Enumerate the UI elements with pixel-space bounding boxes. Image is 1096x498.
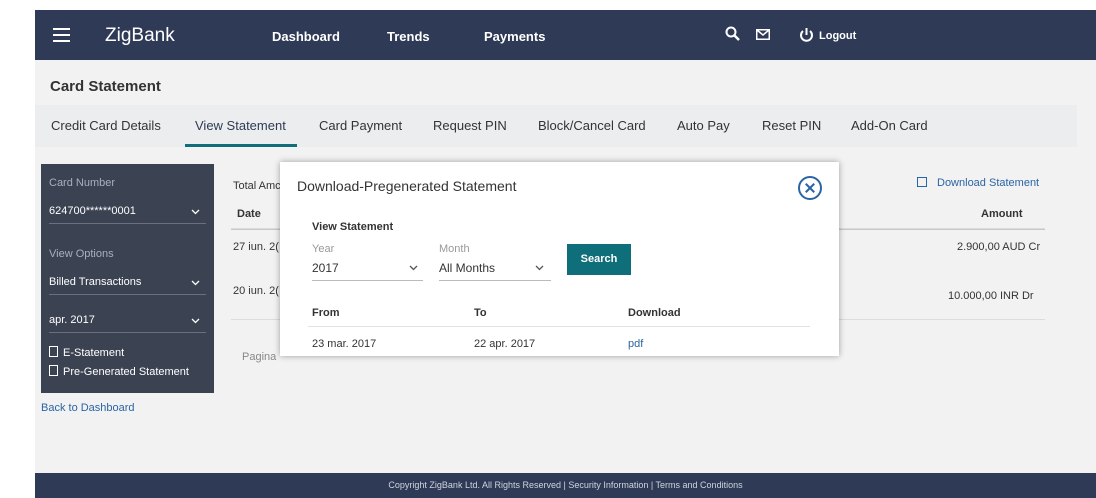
card-number-label: Card Number	[49, 177, 116, 189]
footer-text: Copyright ZigBank Ltd. All Rights Reserv…	[388, 480, 743, 490]
brand-logo[interactable]: ZigBank	[105, 25, 175, 47]
active-tab-indicator	[185, 144, 297, 147]
chevron-down-icon[interactable]	[191, 207, 200, 216]
footer: Copyright ZigBank Ltd. All Rights Reserv…	[35, 473, 1096, 498]
logout-link[interactable]: Logout	[819, 30, 856, 42]
tab-reset-pin[interactable]: Reset PIN	[762, 118, 821, 133]
back-to-dashboard-link[interactable]: Back to Dashboard	[41, 402, 135, 414]
tab-block-cancel-card[interactable]: Block/Cancel Card	[538, 118, 646, 133]
transaction-amount: 10.000,00 INR Dr	[948, 290, 1034, 302]
page-title: Card Statement	[50, 78, 161, 95]
pdf-download-link[interactable]: pdf	[628, 338, 643, 350]
pre-generated-statement-link[interactable]: Pre-Generated Statement	[49, 365, 189, 378]
month-label: Month	[439, 243, 470, 255]
tab-view-statement[interactable]: View Statement	[195, 118, 286, 133]
view-statement-heading: View Statement	[312, 221, 394, 233]
tab-request-pin[interactable]: Request PIN	[433, 118, 507, 133]
mail-icon[interactable]	[756, 29, 770, 40]
tab-card-payment[interactable]: Card Payment	[319, 118, 402, 133]
document-icon	[49, 346, 58, 357]
month-select[interactable]: All Months	[439, 261, 495, 275]
column-download: Download	[628, 307, 681, 319]
chevron-down-icon[interactable]	[409, 263, 418, 272]
column-date: Date	[237, 208, 261, 220]
close-icon[interactable]	[798, 176, 822, 200]
divider	[439, 280, 551, 281]
nav-trends[interactable]: Trends	[387, 29, 430, 44]
transaction-date: 20 iun. 2(	[233, 285, 279, 297]
year-select[interactable]: 2017	[312, 261, 339, 275]
chevron-down-icon[interactable]	[191, 278, 200, 287]
divider	[49, 294, 206, 295]
chevron-down-icon[interactable]	[191, 316, 200, 325]
power-icon[interactable]	[799, 27, 814, 43]
tab-bar: Credit Card Details View Statement Card …	[35, 105, 1077, 147]
column-amount: Amount	[981, 208, 1023, 220]
pre-generated-label: Pre-Generated Statement	[63, 366, 189, 378]
statement-sidebar: Card Number 624700******0001 View Option…	[41, 164, 214, 393]
menu-icon[interactable]	[53, 28, 70, 42]
total-amount-label: Total Amc	[233, 180, 281, 192]
view-options-label: View Options	[49, 248, 114, 260]
download-statement-modal: Download-Pregenerated Statement View Sta…	[280, 162, 839, 356]
nav-dashboard[interactable]: Dashboard	[272, 29, 340, 44]
search-icon[interactable]	[725, 26, 741, 42]
divider	[49, 223, 206, 224]
column-to: To	[474, 307, 487, 319]
tab-add-on-card[interactable]: Add-On Card	[851, 118, 928, 133]
nav-payments[interactable]: Payments	[484, 29, 545, 44]
year-label: Year	[312, 243, 335, 255]
tab-auto-pay[interactable]: Auto Pay	[677, 118, 730, 133]
tab-credit-card-details[interactable]: Credit Card Details	[51, 118, 161, 133]
e-statement-label: E-Statement	[63, 347, 125, 359]
document-icon	[49, 365, 58, 376]
download-statement-link[interactable]: Download Statement	[917, 177, 1039, 189]
top-bar: ZigBank Dashboard Trends Payments Logout	[35, 10, 1096, 60]
column-from: From	[312, 307, 340, 319]
download-statement-label: Download Statement	[937, 177, 1040, 189]
app-frame: ZigBank Dashboard Trends Payments Logout…	[35, 10, 1096, 498]
transaction-date: 27 iun. 2(	[233, 241, 279, 253]
view-option-select[interactable]: Billed Transactions	[49, 276, 141, 288]
e-statement-link[interactable]: E-Statement	[49, 346, 124, 359]
divider	[49, 332, 206, 333]
transaction-amount: 2.900,00 AUD Cr	[957, 241, 1041, 253]
to-date: 22 apr. 2017	[474, 338, 536, 350]
modal-title: Download-Pregenerated Statement	[297, 178, 517, 194]
divider	[312, 280, 423, 281]
card-number-select[interactable]: 624700******0001	[49, 205, 136, 217]
search-button[interactable]: Search	[567, 244, 631, 275]
month-select[interactable]: apr. 2017	[49, 314, 95, 326]
pagination-label: Pagina	[242, 351, 277, 363]
chevron-down-icon[interactable]	[535, 263, 544, 272]
divider	[308, 326, 810, 327]
from-date: 23 mar. 2017	[312, 338, 377, 350]
download-icon	[917, 177, 927, 187]
